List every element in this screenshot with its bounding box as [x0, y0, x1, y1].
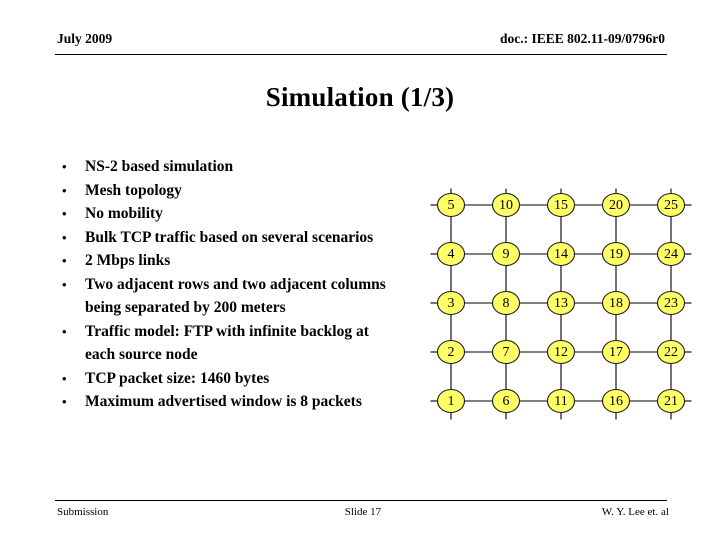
mesh-node-label: 13: [554, 296, 568, 311]
mesh-node: 5: [436, 192, 466, 218]
mesh-node-label: 16: [609, 394, 623, 409]
mesh-node: 6: [491, 388, 521, 414]
mesh-node-label: 21: [664, 394, 678, 409]
mesh-node-label: 3: [448, 296, 455, 311]
bullet-item: • No mobility: [55, 202, 400, 226]
mesh-node-label: 15: [554, 198, 568, 213]
mesh-node: 16: [601, 388, 631, 414]
mesh-node: 3: [436, 290, 466, 316]
bullet-marker-icon: •: [62, 159, 67, 174]
mesh-node-label: 24: [664, 247, 678, 262]
mesh-node: 25: [656, 192, 686, 218]
mesh-node: 2: [436, 339, 466, 365]
mesh-node: 21: [656, 388, 686, 414]
mesh-node-label: 5: [448, 198, 455, 213]
footer-slide-number: Slide 17: [344, 506, 382, 518]
bullet-text: NS-2 based simulation: [85, 158, 234, 175]
bullet-text: No mobility: [85, 205, 163, 222]
bullet-text: Traffic model: FTP with infinite backlog…: [85, 322, 369, 364]
mesh-node-label: 12: [554, 345, 568, 360]
bullet-item: • Bulk TCP traffic based on several scena…: [55, 226, 400, 250]
mesh-node-label: 19: [609, 247, 623, 262]
mesh-node-label: 1: [448, 394, 455, 409]
bullet-marker-icon: •: [62, 253, 67, 268]
header-document-id: doc.: IEEE 802.11-09/0796r0: [499, 31, 665, 46]
bullet-marker-icon: •: [62, 229, 67, 245]
mesh-node: 7: [491, 339, 521, 365]
bullet-marker-icon: •: [62, 182, 67, 198]
bullet-text: TCP packet size: 1460 bytes: [85, 369, 270, 387]
page-title: Simulation (1/3): [265, 82, 455, 112]
bullet-item: • TCP packet size: 1460 bytes: [55, 367, 400, 391]
mesh-node: 11: [546, 388, 576, 414]
mesh-node: 10: [491, 192, 521, 218]
mesh-node: 22: [656, 339, 686, 365]
mesh-node: 9: [491, 241, 521, 267]
bullet-text: Maximum advertised window is 8 packets: [85, 393, 362, 410]
mesh-node: 1: [436, 388, 466, 414]
bullet-marker-icon: •: [62, 370, 67, 386]
bullet-item: • Mesh topology: [55, 179, 400, 203]
bullet-text: 2 Mbps links: [85, 252, 171, 269]
mesh-node-label: 8: [503, 296, 510, 311]
bullet-list: • NS-2 based simulation • Mesh topology • No …: [55, 155, 400, 414]
mesh-node: 17: [601, 339, 631, 365]
mesh-node-label: 7: [503, 345, 510, 360]
mesh-node: 19: [601, 241, 631, 267]
mesh-node: 13: [546, 290, 576, 316]
mesh-node: 24: [656, 241, 686, 267]
mesh-node-label: 14: [554, 247, 568, 262]
bullet-marker-icon: •: [62, 323, 67, 339]
slide-footer: Submission Slide 17 W. Y. Lee et. al: [55, 500, 669, 523]
bullet-marker-icon: •: [62, 394, 67, 409]
bullet-text: Two adjacent rows and two adjacent colum…: [85, 275, 386, 317]
mesh-topology-svg: 5 10 15 20 254 9 14 19 243 8 13 18 232 7 12 17 221 6 11 16 2…: [430, 188, 692, 420]
mesh-node: 23: [656, 290, 686, 316]
bullet-item: • Traffic model: FTP with infinite backlo…: [55, 320, 400, 367]
bullet-text: Bulk TCP traffic based on several scenar…: [85, 228, 374, 246]
mesh-node-label: 18: [609, 296, 623, 311]
mesh-node-label: 22: [664, 345, 678, 360]
bullet-marker-icon: •: [62, 276, 67, 292]
mesh-node-label: 4: [448, 247, 455, 262]
header-date: July 2009: [57, 31, 113, 46]
slide-header: July 2009 doc.: IEEE 802.11-09/0796r0: [55, 30, 667, 55]
mesh-node: 12: [546, 339, 576, 365]
bullet-marker-icon: •: [62, 206, 67, 221]
bullet-item: • Two adjacent rows and two adjacent colu…: [55, 273, 400, 320]
mesh-node: 14: [546, 241, 576, 267]
footer-submission-label: Submission: [57, 506, 109, 518]
mesh-node-label: 17: [609, 345, 623, 360]
bullet-text: Mesh topology: [85, 181, 182, 199]
footer-author-label: W. Y. Lee et. al: [601, 506, 669, 518]
mesh-node-label: 20: [609, 198, 623, 213]
bullet-item: • Maximum advertised window is 8 packets: [55, 390, 400, 414]
mesh-node-label: 6: [503, 394, 510, 409]
mesh-node-label: 25: [664, 198, 678, 213]
mesh-node: 15: [546, 192, 576, 218]
bullet-item: • 2 Mbps links: [55, 249, 400, 273]
mesh-node-label: 2: [448, 345, 455, 360]
mesh-node: 4: [436, 241, 466, 267]
mesh-node-label: 9: [503, 247, 510, 262]
mesh-node: 18: [601, 290, 631, 316]
mesh-node-label: 23: [664, 296, 678, 311]
mesh-topology-diagram: 5 10 15 20 25 4 9 14 19 24 3 8 13 18 23 2 7 12 17 22 1 6 11 16 2…: [425, 182, 700, 427]
mesh-node: 8: [491, 290, 521, 316]
mesh-node: 20: [601, 192, 631, 218]
mesh-node-label: 10: [499, 198, 513, 213]
mesh-node-label: 11: [554, 394, 567, 409]
bullet-item: • NS-2 based simulation: [55, 155, 400, 179]
